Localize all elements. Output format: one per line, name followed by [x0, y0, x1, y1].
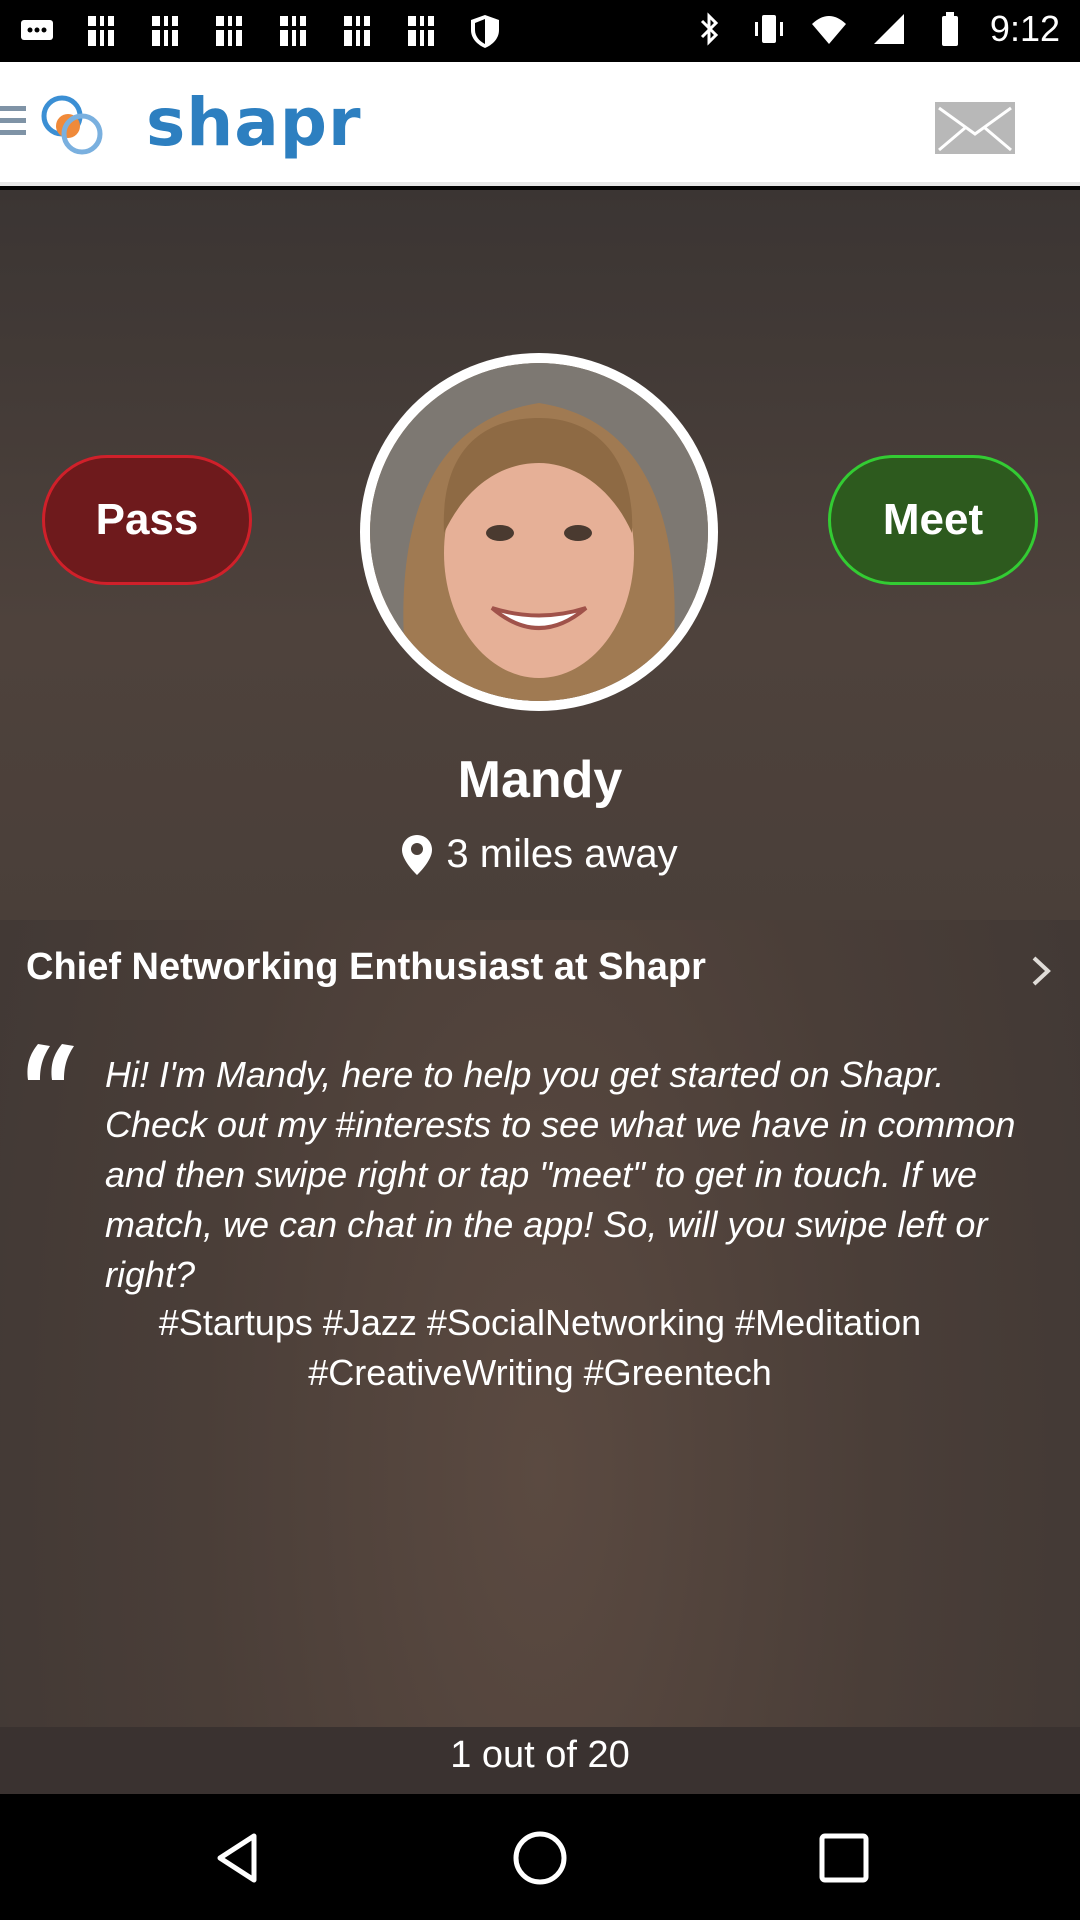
face-illustration [370, 363, 708, 701]
wifi-icon [811, 16, 846, 44]
chevron-right-icon[interactable] [1030, 954, 1054, 988]
hashtag-icon [152, 16, 178, 46]
profile-name: Mandy [457, 751, 623, 809]
hashtag-icon [344, 16, 370, 46]
profile-counter: 1 out of 20 [0, 1727, 1080, 1794]
bluetooth-icon [700, 12, 719, 46]
message-icon [21, 20, 53, 40]
job-title: Chief Networking Enthusiast at Shapr [26, 946, 706, 988]
avatar [360, 353, 718, 711]
mail-icon[interactable] [935, 102, 1015, 154]
status-bar: 9:12 [0, 0, 1080, 62]
menu-icon[interactable] [0, 106, 26, 140]
clock: 9:12 [989, 8, 1060, 49]
distance-row: 3 miles away [0, 832, 1080, 877]
shapr-logo-icon [41, 95, 103, 155]
navigation-bar [0, 1794, 1080, 1920]
system-icons: 9:12 [690, 8, 1060, 50]
meet-button[interactable]: Meet [828, 455, 1038, 585]
app-header: shapr [0, 62, 1080, 186]
battery-icon [941, 12, 958, 46]
home-icon[interactable] [510, 1828, 570, 1888]
hashtag-icon [280, 16, 306, 46]
vibrate-icon [754, 15, 783, 43]
location-pin-icon [402, 834, 433, 875]
recents-icon[interactable] [814, 1828, 874, 1888]
quote-icon [27, 1044, 74, 1080]
hashtag-icon [408, 16, 434, 46]
back-icon[interactable] [208, 1828, 268, 1888]
interest-tags: #Startups #Jazz #SocialNetworking #Medit… [158, 1302, 922, 1393]
shield-icon [471, 15, 499, 48]
pass-button[interactable]: Pass [42, 455, 252, 585]
job-title-row[interactable]: Chief Networking Enthusiast at Shapr [0, 920, 1080, 1020]
profile-bio: Hi! I'm Mandy, here to help you get star… [105, 1054, 1016, 1295]
notification-icons [18, 12, 504, 50]
hashtag-icon [88, 16, 114, 46]
profile-photo [370, 363, 708, 701]
signal-icon [873, 14, 904, 44]
hashtag-icon [216, 16, 242, 46]
brand-logo-text: shapr [146, 84, 362, 161]
profile-card[interactable]: Pass Meet Mandy 3 miles away Chief Netwo… [0, 190, 1080, 1794]
distance-text: 3 miles away [446, 832, 678, 876]
